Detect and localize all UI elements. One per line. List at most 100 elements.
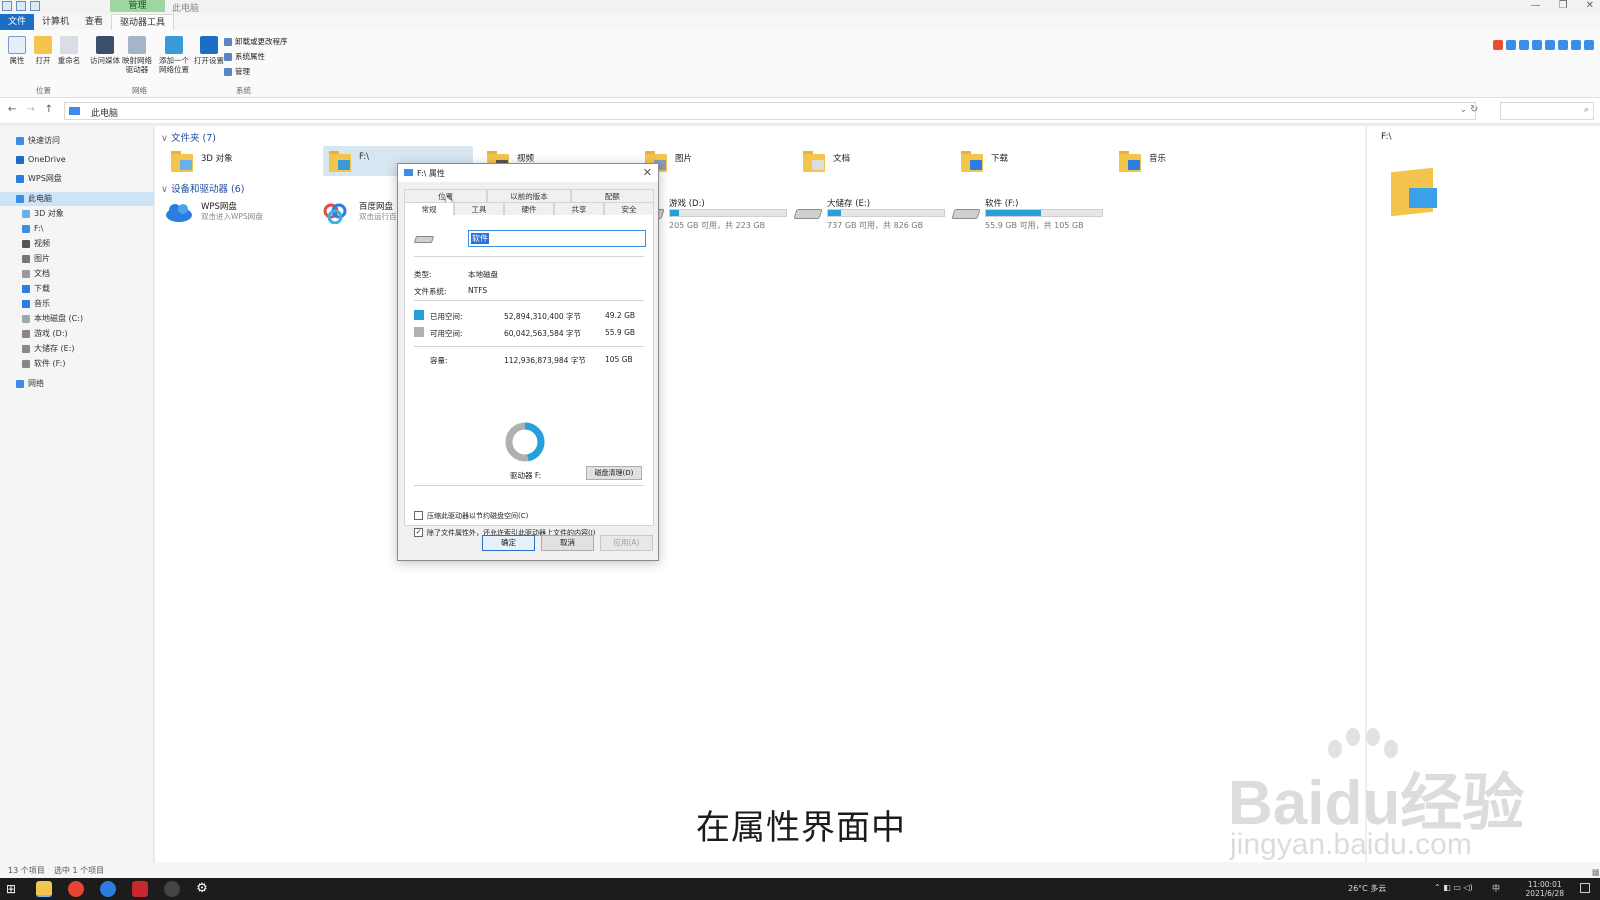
drive-f-item[interactable]: 软件 (F:) 55.9 GB 可用，共 105 GB: [951, 197, 1103, 233]
skin-icon[interactable]: [1571, 40, 1581, 50]
tab-security[interactable]: 安全: [604, 202, 654, 215]
sidebar-item-wps[interactable]: WPS网盘: [0, 172, 154, 186]
tab-tools[interactable]: 工具: [454, 202, 504, 215]
folder-3d-objects[interactable]: 3D 对象: [165, 146, 315, 176]
tab-drive-tools[interactable]: 驱动器工具: [111, 14, 175, 30]
wps-cloud-item[interactable]: WPS网盘 双击进入WPS网盘: [165, 200, 315, 236]
folder-downloads[interactable]: 下载: [955, 146, 1105, 176]
search-input[interactable]: ⌕: [1500, 102, 1594, 120]
tab-general[interactable]: 常规: [404, 202, 454, 215]
status-bar: 13 个项目 选中 1 个项目 ☷ ▦: [0, 862, 1600, 878]
group-label-system: 系统: [236, 86, 251, 95]
drive-usage-bar: [669, 209, 787, 217]
folder-pictures[interactable]: 图片: [639, 146, 789, 176]
refresh-icon[interactable]: ↻: [1470, 104, 1478, 115]
up-arrow-icon[interactable]: ↑: [45, 104, 53, 115]
apply-button[interactable]: 应用(A): [600, 535, 653, 551]
add-network-location-button[interactable]: 添加一个网络位置: [156, 36, 192, 74]
sidebar-item-this-pc[interactable]: 此电脑: [0, 192, 154, 206]
used-space-swatch: [414, 310, 424, 320]
sidebar-item-music[interactable]: 音乐: [0, 297, 154, 311]
cancel-button[interactable]: 取消: [541, 535, 594, 551]
ime-indicator[interactable]: 中: [1492, 883, 1500, 894]
close-icon[interactable]: ✕: [643, 166, 652, 179]
compress-checkbox[interactable]: [414, 511, 423, 520]
emoji-icon[interactable]: [1532, 40, 1542, 50]
ok-button[interactable]: 确定: [482, 535, 535, 551]
punctuation-icon[interactable]: [1519, 40, 1529, 50]
folder-documents[interactable]: 文档: [797, 146, 947, 176]
sidebar-item-onedrive[interactable]: OneDrive: [0, 153, 154, 167]
properties-quick-icon[interactable]: [16, 1, 26, 11]
breadcrumb[interactable]: 此电脑: [91, 106, 118, 119]
toolbox-icon[interactable]: [1584, 40, 1594, 50]
sidebar-item-drive-d[interactable]: 游戏 (D:): [0, 327, 154, 341]
clock[interactable]: 11:00:01 2021/6/28: [1526, 880, 1564, 898]
video-icon: [22, 240, 30, 248]
notification-icon[interactable]: [1580, 883, 1590, 893]
sidebar-item-pictures[interactable]: 图片: [0, 252, 154, 266]
manage-button[interactable]: 管理: [224, 66, 250, 77]
folders-section-header[interactable]: ∨ 文件夹 (7): [161, 130, 216, 144]
back-arrow-icon[interactable]: ←: [8, 104, 16, 115]
forward-arrow-icon[interactable]: →: [26, 104, 34, 115]
uninstall-program-button[interactable]: 卸载或更改程序: [224, 36, 288, 47]
tiles-view-icon[interactable]: ▦: [1592, 868, 1600, 877]
context-tab-manage[interactable]: 管理: [110, 0, 165, 12]
tab-computer[interactable]: 计算机: [34, 14, 77, 30]
minimize-icon[interactable]: —: [1531, 0, 1541, 11]
drive-icon: [413, 236, 435, 243]
ime-mode-icon[interactable]: [1506, 40, 1516, 50]
access-media-button[interactable]: 访问媒体: [90, 36, 120, 65]
chrome-icon[interactable]: [68, 881, 84, 897]
tab-hardware[interactable]: 硬件: [504, 202, 554, 215]
file-explorer-taskbar-icon[interactable]: [36, 881, 52, 897]
sogou-icon[interactable]: [1493, 40, 1503, 50]
open-settings-button[interactable]: 打开设置: [194, 36, 224, 65]
tab-previous-versions[interactable]: 以前的版本: [487, 189, 571, 202]
drive-icon: [793, 209, 823, 219]
system-icon: [224, 52, 232, 61]
index-checkbox[interactable]: ✓: [414, 528, 423, 537]
sidebar-item-drive-e[interactable]: 大储存 (E:): [0, 342, 154, 356]
system-properties-button[interactable]: 系统属性: [224, 51, 265, 62]
sidebar-item-drive-c[interactable]: 本地磁盘 (C:): [0, 312, 154, 326]
browser-icon[interactable]: [100, 881, 116, 897]
tab-sharing[interactable]: 共享: [554, 202, 604, 215]
start-icon[interactable]: ⊞: [6, 881, 22, 897]
wps-icon[interactable]: [132, 881, 148, 897]
sidebar-item-documents[interactable]: 文档: [0, 267, 154, 281]
folder-music[interactable]: 音乐: [1113, 146, 1263, 176]
sidebar-item-downloads[interactable]: 下载: [0, 282, 154, 296]
tab-quota[interactable]: 配额: [570, 189, 654, 202]
chevron-down-icon[interactable]: ⌄: [1459, 105, 1467, 115]
drive-d-item[interactable]: 游戏 (D:) 205 GB 可用，共 223 GB: [635, 197, 787, 233]
sidebar-item-quick-access[interactable]: 快速访问: [0, 134, 154, 148]
sidebar-item-videos[interactable]: 视频: [0, 237, 154, 251]
rename-button[interactable]: 重命名: [54, 36, 84, 65]
sidebar-item-3d[interactable]: 3D 对象: [0, 207, 154, 221]
close-icon[interactable]: ✕: [1586, 0, 1594, 11]
address-field[interactable]: 此电脑 ⌄: [64, 102, 1476, 120]
cloud-icon: [16, 156, 24, 164]
media-icon: [96, 36, 114, 54]
microphone-icon[interactable]: [1545, 40, 1555, 50]
new-folder-quick-icon[interactable]: [30, 1, 40, 11]
maximize-icon[interactable]: ❐: [1559, 0, 1568, 11]
media-player-icon[interactable]: [164, 881, 180, 897]
devices-section-header[interactable]: ∨ 设备和驱动器 (6): [161, 181, 244, 195]
tab-file[interactable]: 文件: [0, 14, 35, 30]
drive-name-input[interactable]: 软件: [468, 230, 646, 247]
tray-icons[interactable]: ⌃ ◧ ▭ ◁): [1434, 883, 1473, 892]
map-network-drive-button[interactable]: 映射网络驱动器: [122, 36, 152, 74]
disk-cleanup-button[interactable]: 磁盘清理(D): [586, 466, 642, 480]
usage-donut-chart: [505, 422, 545, 462]
keyboard-icon[interactable]: [1558, 40, 1568, 50]
tab-view[interactable]: 查看: [77, 14, 111, 30]
sidebar-item-drive-f[interactable]: 软件 (F:): [0, 357, 154, 371]
drive-e-item[interactable]: 大储存 (E:) 737 GB 可用，共 826 GB: [793, 197, 945, 233]
weather-text[interactable]: 26°C 多云: [1348, 883, 1386, 894]
sidebar-item-f-folder[interactable]: F:\: [0, 222, 154, 236]
sidebar-item-network[interactable]: 网络: [0, 377, 154, 391]
gear-icon[interactable]: ⚙: [194, 881, 210, 897]
